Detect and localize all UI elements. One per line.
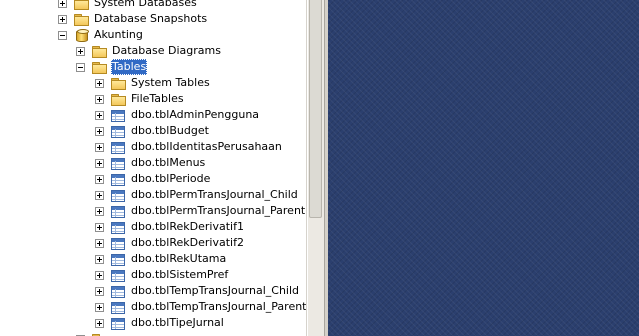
table-name: dbo.tblPermTransJournal_Child [131, 188, 298, 201]
table-icon [110, 221, 126, 234]
table-name: dbo.tblRekDerivatif2 [131, 236, 244, 249]
folder-icon [91, 45, 107, 58]
tree-node-label: Database Snapshots [94, 12, 208, 25]
expand-icon[interactable] [95, 110, 104, 120]
expand-icon[interactable] [95, 142, 104, 152]
table-name: dbo.tblPermTransJournal_Parent [131, 204, 306, 217]
expand-icon[interactable] [95, 254, 104, 264]
table-name: dbo.tblTempTransJournal_Parent [131, 300, 306, 313]
tree-node-table[interactable]: dbo.tblPermTransJournal_Parent [95, 203, 306, 219]
folder-open-icon [91, 61, 107, 74]
table-icon [110, 189, 126, 202]
table-name: dbo.tblRekDerivatif1 [131, 220, 244, 233]
tree-node-table[interactable]: dbo.tblPermTransJournal_Child [95, 187, 299, 203]
table-name: dbo.tblTipeJurnal [131, 316, 224, 329]
tree-node-table[interactable]: dbo.tblTipeJurnal [95, 315, 225, 331]
table-icon [110, 253, 126, 266]
table-name: dbo.tblMenus [131, 156, 206, 169]
tree-node-partial[interactable] [76, 331, 111, 336]
table-name: dbo.tblSistemPref [131, 268, 229, 281]
table-icon [110, 205, 126, 218]
expand-icon[interactable] [95, 126, 104, 136]
database-icon [73, 28, 89, 42]
tree-node-table[interactable]: dbo.tblAdminPengguna [95, 107, 260, 123]
tree-node-label-selected: Tables [111, 59, 148, 75]
tree-node-system-databases[interactable]: System Databases [58, 0, 198, 11]
folder-icon [110, 93, 126, 106]
table-icon [110, 269, 126, 282]
expand-icon[interactable] [95, 238, 104, 248]
tree-node-label: Database Diagrams [112, 44, 221, 57]
expand-icon[interactable] [76, 46, 85, 56]
expand-icon[interactable] [58, 0, 67, 8]
tree-node-table[interactable]: dbo.tblRekDerivatif2 [95, 235, 245, 251]
tree-node-table[interactable]: dbo.tblIdentitasPerusahaan [95, 139, 283, 155]
folder-icon [73, 0, 89, 10]
expand-icon[interactable] [95, 94, 104, 104]
expand-icon[interactable] [95, 286, 104, 296]
document-workspace [328, 0, 639, 336]
table-icon [110, 285, 126, 298]
tree-node-label: Akunting [94, 28, 143, 41]
table-icon [110, 109, 126, 122]
scrollbar-thumb[interactable] [309, 0, 322, 218]
tree-node-database-snapshots[interactable]: Database Snapshots [58, 11, 208, 27]
tree-node-label: System Databases [94, 0, 197, 9]
object-explorer-scrollbar[interactable] [306, 0, 324, 336]
scrollbar-track [307, 0, 308, 336]
table-name: dbo.tblBudget [131, 124, 209, 137]
tree-node-label: System Tables [131, 76, 210, 89]
table-icon [110, 125, 126, 138]
table-name: dbo.tblRekUtama [131, 252, 227, 265]
tree-node-table[interactable]: dbo.tblBudget [95, 123, 210, 139]
table-icon [110, 317, 126, 330]
tree-node-label: FileTables [131, 92, 184, 105]
table-icon [110, 141, 126, 154]
collapse-icon[interactable] [58, 30, 67, 40]
tree-node-table[interactable]: dbo.tblRekDerivatif1 [95, 219, 245, 235]
table-name: dbo.tblPeriode [131, 172, 211, 185]
expand-icon[interactable] [95, 78, 104, 88]
expand-icon[interactable] [95, 270, 104, 280]
expand-icon[interactable] [95, 174, 104, 184]
table-name: dbo.tblIdentitasPerusahaan [131, 140, 282, 153]
table-icon [110, 301, 126, 314]
tree-node-table[interactable]: dbo.tblTempTransJournal_Child [95, 283, 300, 299]
tree-node-file-tables[interactable]: FileTables [95, 91, 185, 107]
table-name: dbo.tblTempTransJournal_Child [131, 284, 300, 297]
table-icon [110, 173, 126, 186]
tree-node-table[interactable]: dbo.tblMenus [95, 155, 206, 171]
tree-node-table[interactable]: dbo.tblTempTransJournal_Parent [95, 299, 306, 315]
tree-node-system-tables[interactable]: System Tables [95, 75, 211, 91]
collapse-icon[interactable] [76, 62, 85, 72]
expand-icon[interactable] [95, 190, 104, 200]
table-icon [110, 157, 126, 170]
expand-icon[interactable] [58, 14, 67, 24]
expand-icon[interactable] [95, 206, 104, 216]
tree-node-database-akunting[interactable]: Akunting [58, 27, 144, 43]
tree-node-table[interactable]: dbo.tblSistemPref [95, 267, 229, 283]
tree-node-tables[interactable]: Tables [76, 59, 148, 75]
expand-icon[interactable] [95, 222, 104, 232]
expand-icon[interactable] [95, 318, 104, 328]
table-icon [110, 237, 126, 250]
table-name: dbo.tblAdminPengguna [131, 108, 260, 121]
tree-node-table[interactable]: dbo.tblPeriode [95, 171, 211, 187]
tree-node-table[interactable]: dbo.tblRekUtama [95, 251, 227, 267]
folder-icon [73, 13, 89, 26]
folder-icon [110, 77, 126, 90]
folder-icon [91, 333, 107, 336]
expand-icon[interactable] [95, 302, 104, 312]
expand-icon[interactable] [95, 158, 104, 168]
object-explorer-panel: System Databases Database Snapshots Akun… [0, 0, 306, 336]
tree-node-database-diagrams[interactable]: Database Diagrams [76, 43, 222, 59]
